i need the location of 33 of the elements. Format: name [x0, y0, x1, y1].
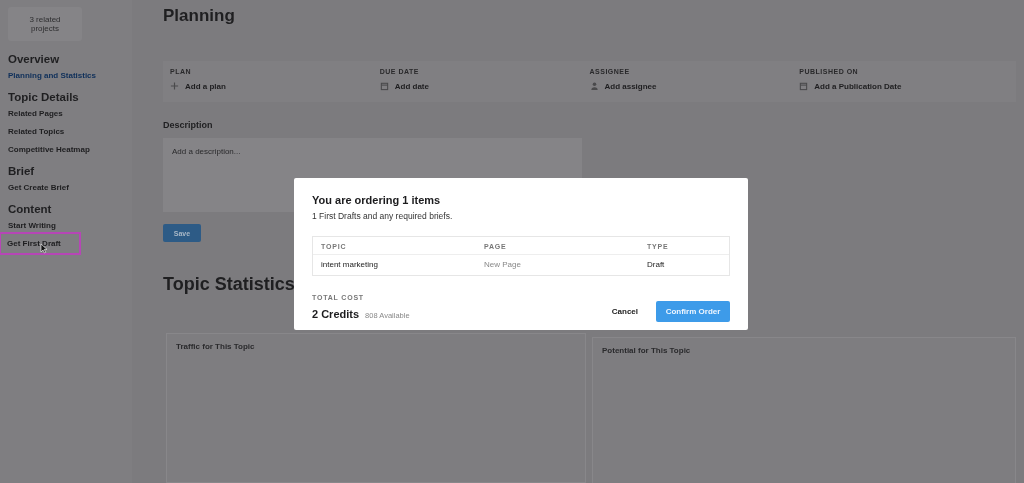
sidebar-link[interactable]: Planning and Statistics — [8, 71, 124, 80]
section-heading: Content — [8, 203, 53, 215]
field-value[interactable]: Add assignee — [604, 81, 657, 91]
cancel-button[interactable]: Cancel — [605, 301, 644, 322]
description-label: Description — [163, 120, 214, 130]
section-title: Topic Statistics — [163, 274, 296, 295]
dialog-subtitle: 1 First Drafts and any required briefs. — [312, 211, 454, 221]
sidebar-link[interactable]: Get Create Brief — [8, 183, 124, 192]
sidebar-link[interactable]: Related Topics — [8, 127, 124, 136]
section-heading: Overview — [8, 53, 61, 65]
table-cell-text: New Page — [483, 259, 522, 271]
chart-title: Traffic for This Topic — [176, 342, 255, 351]
sidebar-link[interactable]: Start Writing — [8, 221, 124, 230]
person-icon — [589, 81, 599, 91]
table-cell-text: Draft — [646, 259, 666, 271]
sidebar-link[interactable]: Get First Draft — [1, 234, 79, 253]
section-heading: Topic Details — [8, 91, 80, 103]
plus-icon — [170, 81, 179, 91]
confirm-button[interactable]: Confirm Order — [656, 301, 730, 322]
sidebar-link[interactable]: Related Pages — [8, 109, 124, 118]
dialog-title: You are ordering 1 items — [312, 194, 442, 206]
chart-title: Potential for This Topic — [602, 346, 691, 355]
field-value[interactable]: Add date — [394, 81, 429, 91]
table-cell-text: intent marketing — [320, 259, 379, 271]
field-value[interactable]: Add a Publication Date — [814, 81, 902, 91]
calendar-icon — [799, 81, 809, 91]
total-cost: 2 Credits — [312, 308, 360, 320]
sidebar-link[interactable]: Competitive Heatmap — [8, 145, 124, 154]
section-heading: Brief — [8, 165, 36, 177]
calendar-icon — [379, 81, 389, 91]
field-value[interactable]: Add a plan — [185, 81, 226, 91]
page-title: Planning — [163, 6, 236, 26]
projects-button[interactable]: 3 related projects — [8, 7, 82, 41]
